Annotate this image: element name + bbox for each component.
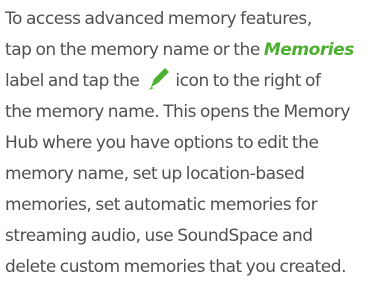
text-line-8: streaming audio, use SoundSpace and	[5, 226, 313, 246]
pencil-icon	[145, 66, 171, 92]
text-line-7: memories, set automatic memories for	[5, 195, 318, 215]
text-line-3: label and tap the icon to the right of	[5, 66, 373, 97]
text-line-4: the memory name. This opens the Memory	[5, 102, 350, 122]
text-line-2-start: tap on the memory name or the	[5, 40, 264, 60]
text-line-6: memory name, set up location-based	[5, 164, 305, 184]
text-line-1: To access advanced memory features,	[5, 9, 312, 29]
text-line-5: Hub where you have options to edit the	[5, 133, 319, 153]
text-line-2: tap on the memory name or the Memories	[5, 35, 373, 66]
text-line-3-start: label and tap the	[5, 71, 144, 91]
text-line-3-end: icon to the right of	[175, 71, 321, 91]
memories-label-emphasis: Memories	[263, 40, 355, 60]
instruction-paragraph: To access advanced memory features, tap …	[5, 4, 373, 283]
text-line-9: delete custom memories that you created.	[5, 257, 347, 277]
